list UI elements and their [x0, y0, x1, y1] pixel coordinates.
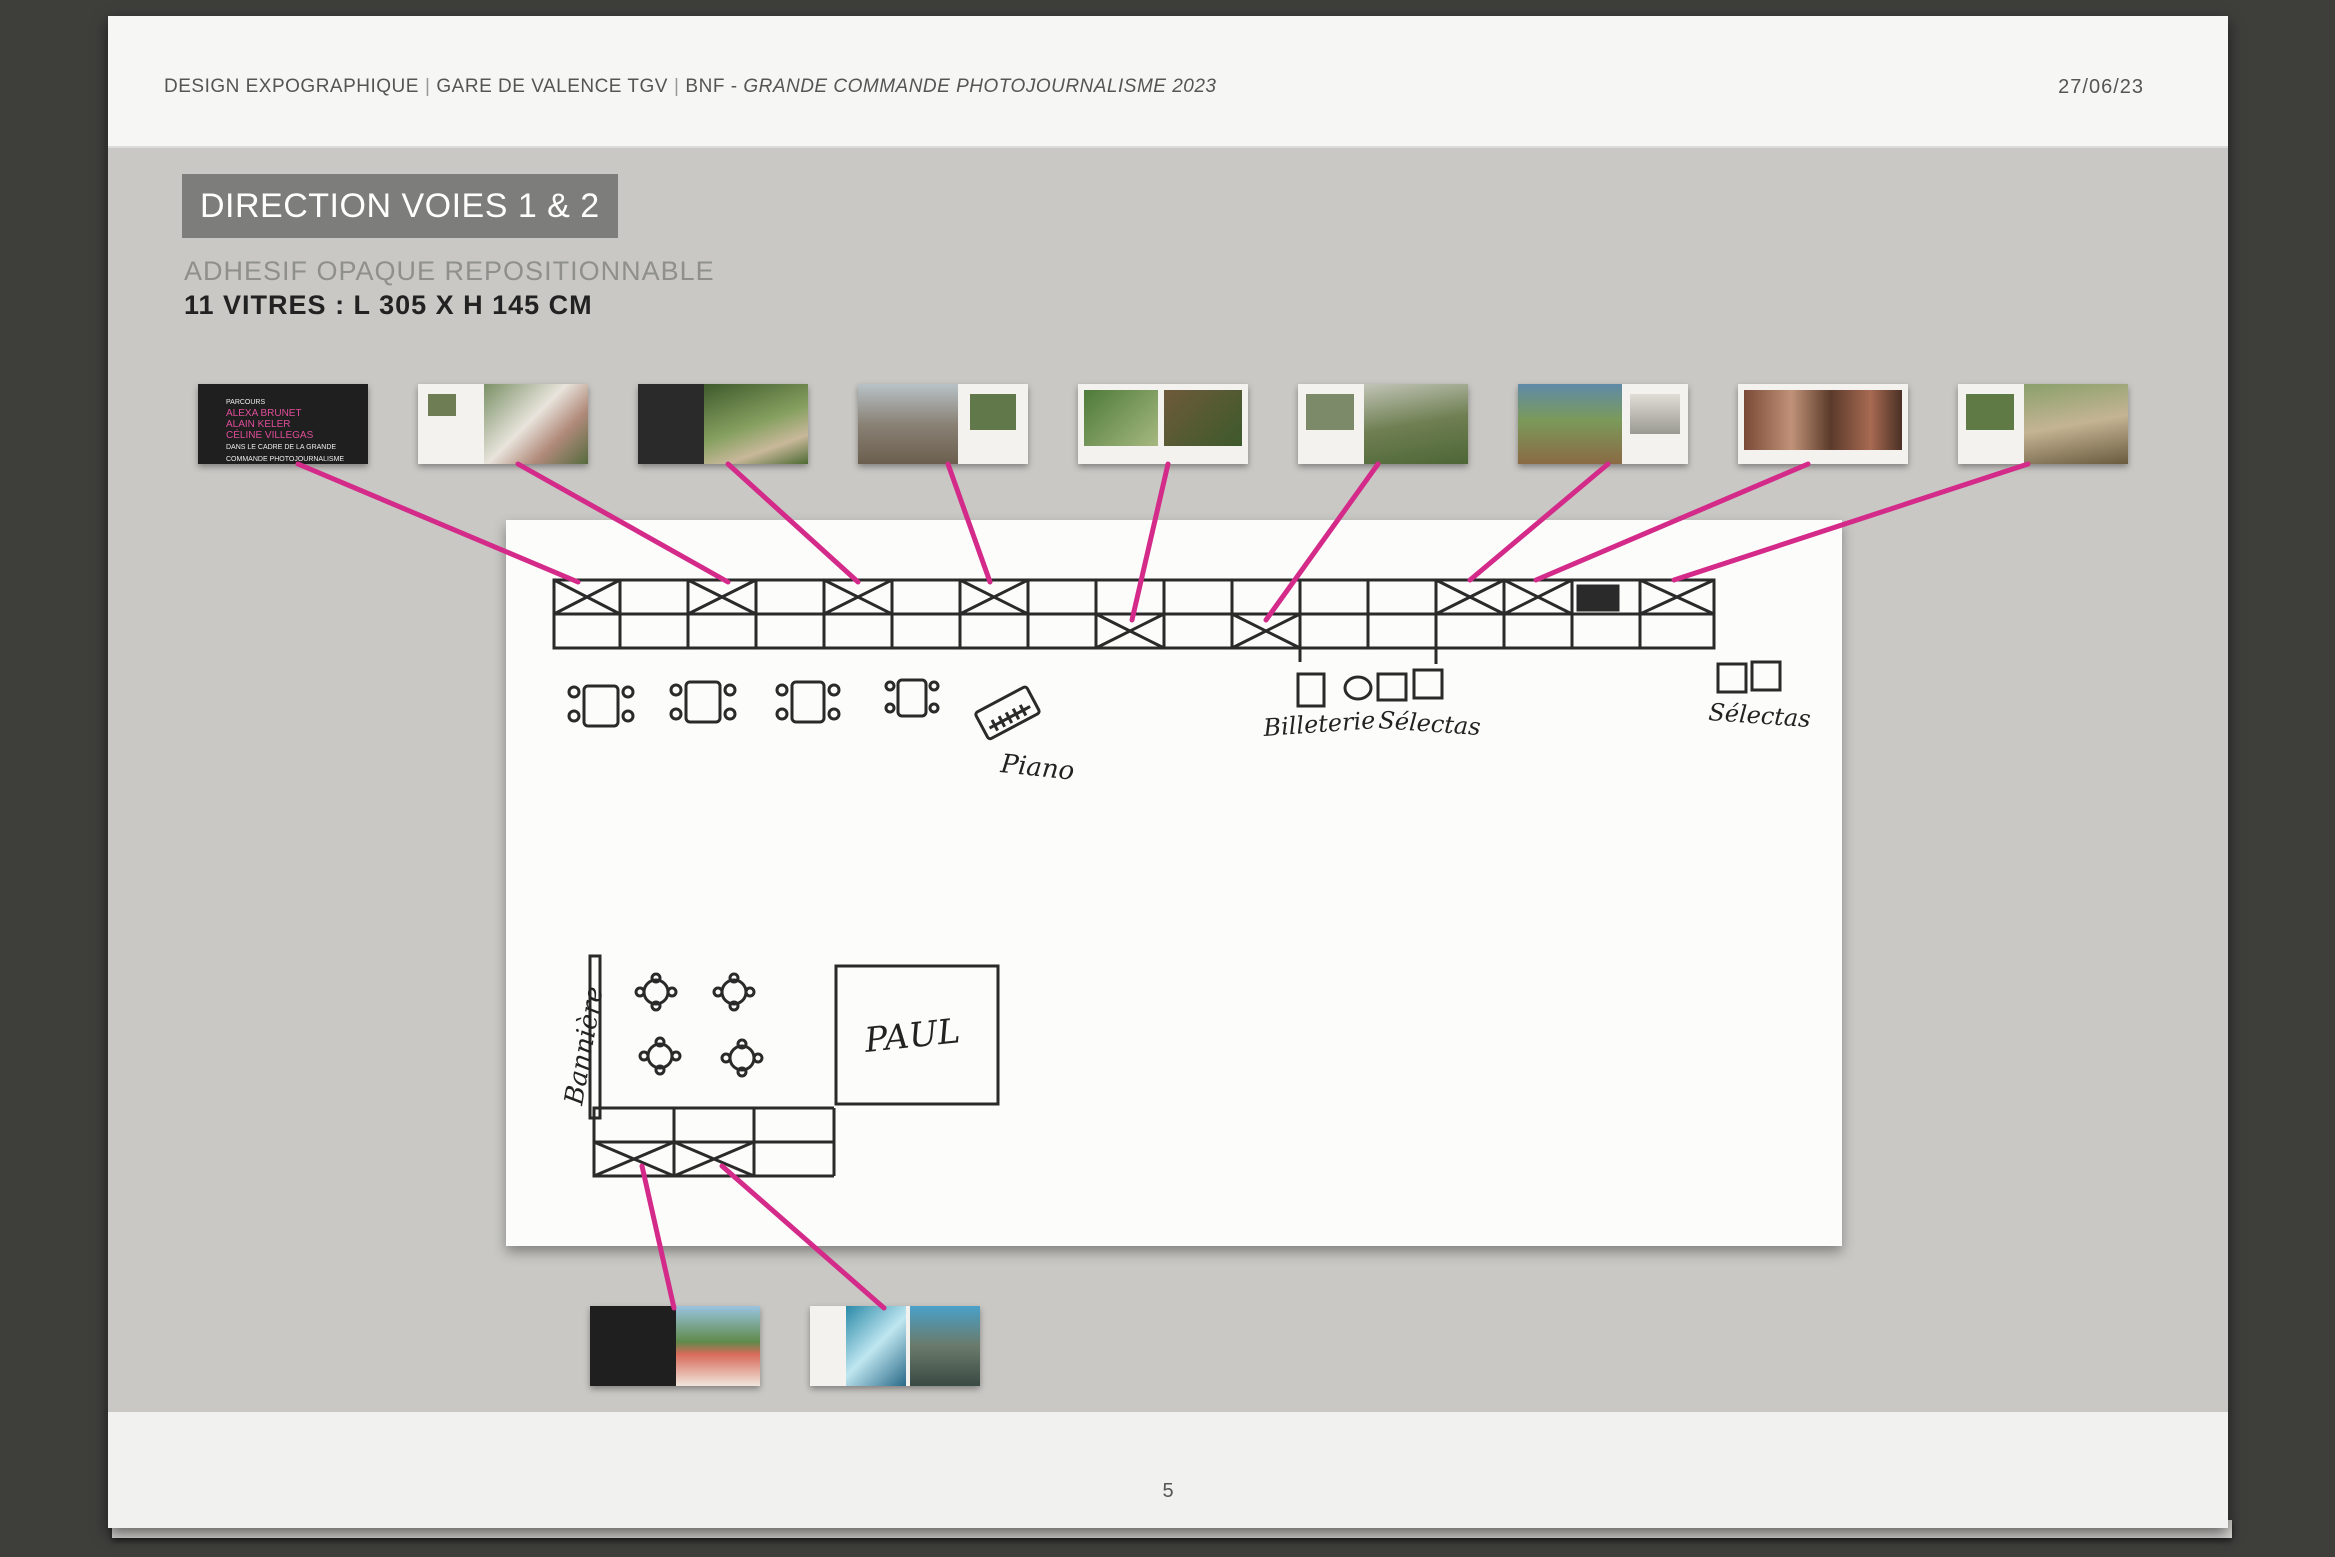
plan-drawing: Piano Billeterie Sélectas Sélectas Banni…: [295, 461, 2031, 1311]
document-page: DESIGN EXPOGRAPHIQUE | GARE DE VALENCE TGV…: [108, 16, 2228, 1528]
label-selectas-2: Sélectas: [1708, 698, 1812, 733]
label-billetterie: Billeterie: [1261, 706, 1376, 742]
label-selectas-1: Sélectas: [1378, 706, 1482, 741]
label-piano: Piano: [998, 749, 1075, 787]
tables-top: [567, 678, 1041, 741]
label-banniere: Bannière: [559, 984, 609, 1108]
lower-left-area: [588, 954, 1000, 1178]
label-paul: PAUL: [862, 1011, 962, 1061]
ticket-and-vending: [1296, 648, 1782, 708]
